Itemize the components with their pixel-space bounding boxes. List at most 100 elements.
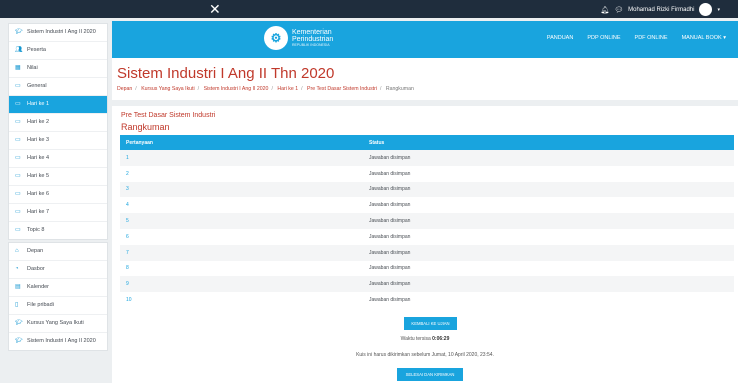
sidebar-item-label: Peserta <box>27 47 46 53</box>
users-icon: 👥︎ <box>15 47 23 53</box>
column-header-question: Pertanyaan <box>120 135 363 150</box>
breadcrumb-depan[interactable]: Depan <box>117 86 132 92</box>
folder-icon: ▭ <box>15 83 21 89</box>
question-status: Jawaban disimpan <box>363 228 734 245</box>
sidebar-item[interactable]: ▦ Nilai <box>9 60 107 78</box>
file-icon: ▯ <box>15 302 19 308</box>
table-row: 6 Jawaban disimpan <box>120 228 734 245</box>
breadcrumb-course[interactable]: Sistem Industri I Ang II 2020 <box>204 86 269 92</box>
avatar[interactable] <box>699 3 713 16</box>
question-number-link[interactable]: 9 <box>120 276 363 293</box>
folder-icon: ▭ <box>15 191 21 197</box>
question-number-link[interactable]: 6 <box>120 228 363 245</box>
sidebar-item-label: Sistem Industri I Ang II 2020 <box>27 29 96 35</box>
question-number-link[interactable]: 4 <box>120 197 363 214</box>
gear-logo-icon: ⚙ <box>264 26 288 50</box>
chat-icon[interactable]: 💬︎ <box>614 6 623 14</box>
question-status: Jawaban disimpan <box>363 150 734 166</box>
close-icon[interactable]: ✕ <box>209 1 221 17</box>
sidebar-item[interactable]: ▭ Hari ke 7 <box>9 204 107 222</box>
sidebar-item[interactable]: 🎓︎ Kursus Yang Saya Ikuti <box>9 315 107 333</box>
question-status: Jawaban disimpan <box>363 181 734 198</box>
caret-icon[interactable]: ▾ <box>717 7 720 13</box>
table-row: 4 Jawaban disimpan <box>120 197 734 214</box>
breadcrumb-quiz[interactable]: Pre Test Dasar Sistem Industri <box>307 86 377 92</box>
nav-pdp-online[interactable]: PDP ONLINE <box>587 35 620 41</box>
table-row: 8 Jawaban disimpan <box>120 260 734 277</box>
sidebar-item[interactable]: ▤ Kalender <box>9 279 107 297</box>
table-row: 3 Jawaban disimpan <box>120 181 734 198</box>
user-area: 🔔︎ 💬︎ Mohamad Rizki Firmadhi ▾ <box>600 3 720 16</box>
nav-pdf-online[interactable]: PDF ONLINE <box>635 35 668 41</box>
table-row: 9 Jawaban disimpan <box>120 276 734 293</box>
sidebar-item-label: File pribadi <box>27 302 54 308</box>
submit-all-button[interactable]: SELESAI DAN KIRIMKAN <box>397 368 463 381</box>
main-content: Sistem Industri I Ang II Thn 2020 Depan /… <box>112 58 738 383</box>
sidebar-item-label: Hari ke 7 <box>27 209 50 215</box>
sidebar-item[interactable]: ▭ Hari ke 4 <box>9 150 107 168</box>
question-number-link[interactable]: 1 <box>120 150 363 166</box>
breadcrumb-kursus[interactable]: Kursus Yang Saya Ikuti <box>141 86 194 92</box>
sidebar-item[interactable]: 🎓︎ Sistem Industri I Ang II 2020 <box>9 333 107 350</box>
nav-panduan[interactable]: PANDUAN <box>547 35 574 41</box>
sidebar-item-label: Kalender <box>27 284 50 290</box>
sidebar-item-label: Hari ke 1 <box>27 101 50 107</box>
bell-icon[interactable]: 🔔︎ <box>600 6 609 14</box>
site-logo[interactable]: ⚙ Kementerian Perindustrian REPUBLIK IND… <box>264 26 333 50</box>
table-row: 7 Jawaban disimpan <box>120 244 734 261</box>
table-row: 2 Jawaban disimpan <box>120 165 734 182</box>
question-status: Jawaban disimpan <box>363 213 734 229</box>
folder-icon: ▭ <box>15 155 21 161</box>
sidebar-item-label: Depan <box>27 248 44 254</box>
table-icon: ▦ <box>15 65 21 71</box>
time-left-value: 0:06:29 <box>432 336 450 342</box>
sidebar-item-label: Nilai <box>27 65 38 71</box>
sidebar-item[interactable]: ▯ File pribadi <box>9 297 107 315</box>
time-left-label: Waktu tersisa <box>400 336 431 342</box>
question-status: Jawaban disimpan <box>363 165 734 182</box>
return-to-attempt-button[interactable]: KEMBALI KE UJIAN <box>404 317 457 330</box>
sidebar-item-label: General <box>27 83 47 89</box>
sidebar-item[interactable]: 🎓︎ Sistem Industri I Ang II 2020 <box>9 24 107 42</box>
graduation-cap-icon: 🎓︎ <box>15 29 23 35</box>
table-row: 5 Jawaban disimpan <box>120 213 734 229</box>
breadcrumb-current: Rangkuman <box>385 86 414 92</box>
site-header: ⚙ Kementerian Perindustrian REPUBLIK IND… <box>112 21 738 58</box>
home-icon: ⌂ <box>15 248 19 254</box>
question-number-link[interactable]: 2 <box>120 165 363 182</box>
sidebar-item[interactable]: ▭ General <box>9 78 107 96</box>
sidebar-item[interactable]: ▭ Hari ke 6 <box>9 186 107 204</box>
question-status: Jawaban disimpan <box>363 244 734 261</box>
sidebar-item-label: Hari ke 3 <box>27 137 50 143</box>
sidebar-item[interactable]: ▭ Hari ke 2 <box>9 114 107 132</box>
question-number-link[interactable]: 8 <box>120 260 363 277</box>
breadcrumb-hari-1[interactable]: Hari ke 1 <box>277 86 298 92</box>
folder-icon: ▭ <box>15 119 21 125</box>
summary-table: Pertanyaan Status 1 Jawaban disimpan 2 Jawa… <box>120 135 734 308</box>
user-name[interactable]: Mohamad Rizki Firmadhi <box>628 7 694 13</box>
table-row: 1 Jawaban disimpan <box>120 150 734 166</box>
sidebar-item-label: Dasbor <box>27 266 45 272</box>
sidebar-item[interactable]: ▭ Hari ke 3 <box>9 132 107 150</box>
sidebar-item[interactable]: ▭ Hari ke 1 <box>9 96 107 114</box>
breadcrumb: Depan / Kursus Yang Saya Ikuti / Sistem In… <box>117 86 414 92</box>
table-header-row: Pertanyaan Status <box>120 135 734 150</box>
sidebar-course-nav: 🎓︎ Sistem Industri I Ang II 2020 👥︎ Peserta… <box>8 23 108 240</box>
page-title: Sistem Industri I Ang II Thn 2020 <box>117 65 335 82</box>
sidebar-item[interactable]: ▭ Hari ke 5 <box>9 168 107 186</box>
question-number-link[interactable]: 7 <box>120 244 363 261</box>
sidebar-item[interactable]: ▭ Topic 8 <box>9 222 107 239</box>
sidebar-item[interactable]: ◔ Dasbor <box>9 261 107 279</box>
sidebar-item-label: Kursus Yang Saya Ikuti <box>27 320 84 326</box>
question-number-link[interactable]: 3 <box>120 181 363 198</box>
logo-line-1: Kementerian <box>292 28 332 36</box>
nav-manual-book[interactable]: MANUAL BOOK ▾ <box>682 35 726 41</box>
sidebar-item[interactable]: ⌂ Depan <box>9 243 107 261</box>
graduation-cap-icon: 🎓︎ <box>15 338 23 344</box>
question-number-link[interactable]: 5 <box>120 213 363 229</box>
sidebar-item[interactable]: 👥︎ Peserta <box>9 42 107 60</box>
sidebar-site-nav: ⌂ Depan ◔ Dasbor ▤ Kalender ▯ File pribadi 🎓︎ Kur… <box>8 242 108 351</box>
question-number-link[interactable]: 10 <box>120 292 363 308</box>
summary-table-body: 1 Jawaban disimpan 2 Jawaban disimpan 3 Jawab… <box>120 150 734 308</box>
summary-title: Rangkuman <box>121 122 170 132</box>
